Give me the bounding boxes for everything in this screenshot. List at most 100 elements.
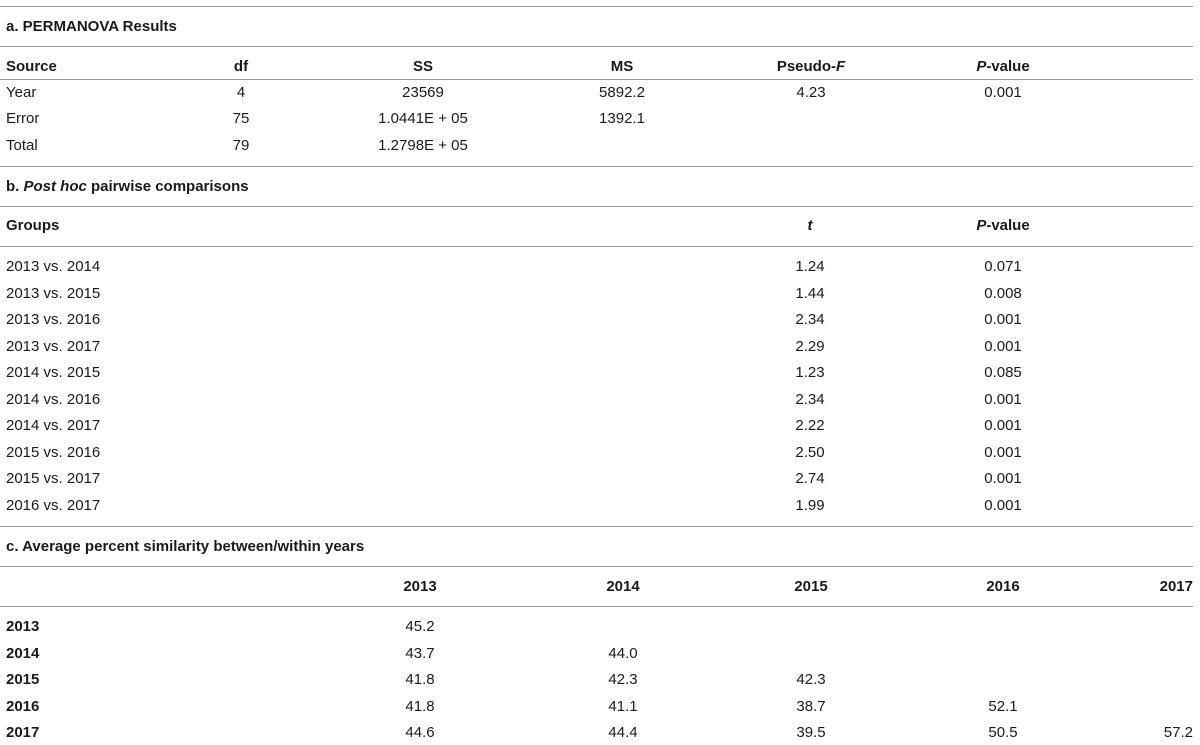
p-value-cell: 0.001: [984, 417, 1022, 434]
groups-cell: 2013 vs. 2014: [6, 258, 101, 275]
source-cell: Total: [6, 137, 38, 154]
groups-cell: 2014 vs. 2015: [6, 364, 101, 381]
header-t-italic: t: [807, 217, 813, 234]
row-year-label: 2013: [6, 618, 40, 635]
source-cell: Error: [6, 110, 40, 127]
t-cell: 1.44: [795, 284, 825, 302]
similarity-cell: 42.3: [608, 671, 638, 688]
row-year-label: 2017: [6, 724, 40, 741]
groups-cell: 2014 vs. 2016: [6, 390, 101, 408]
rule: [0, 46, 1193, 47]
year-header: 2014: [606, 578, 640, 595]
ms-cell: 5892.2: [599, 84, 645, 101]
p-value-cell: 0.001: [984, 443, 1022, 461]
similarity-cell: 41.8: [405, 671, 435, 688]
section-a-title: a. PERMANOVA Results: [6, 18, 177, 35]
similarity-cell: 41.1: [608, 697, 638, 715]
similarity-cell: 41.8: [405, 697, 435, 715]
groups-cell: 2016 vs. 2017: [6, 496, 101, 514]
header-pseudo-f-prefix: Pseudo-: [776, 58, 837, 75]
p-value-cell: 0.001: [984, 311, 1022, 328]
header-p-value-b: P-value: [976, 217, 1029, 235]
similarity-cell: 45.2: [405, 618, 435, 635]
rule: [0, 606, 1193, 607]
rule: [0, 246, 1193, 247]
header-p-suffix: -value: [986, 58, 1030, 75]
ss-cell: 23569: [402, 84, 444, 101]
header-p-italic: P: [976, 58, 987, 75]
pseudo-f-cell: 4.23: [796, 84, 826, 101]
header-ss: SS: [412, 58, 434, 75]
ms-cell: 1392.1: [599, 110, 645, 127]
t-cell: 1.24: [795, 258, 825, 275]
df-cell: 79: [232, 137, 250, 154]
t-cell: 1.23: [795, 364, 825, 381]
p-value-cell: 0.001: [984, 337, 1022, 355]
rule: [0, 6, 1193, 7]
groups-cell: 2015 vs. 2016: [6, 443, 101, 461]
similarity-cell: 44.4: [608, 724, 638, 741]
rule: [0, 526, 1193, 527]
header-df: df: [233, 58, 249, 75]
groups-cell: 2013 vs. 2015: [6, 284, 101, 302]
rule: [0, 79, 1193, 80]
df-cell: 75: [232, 110, 250, 127]
p-value-cell: 0.001: [984, 84, 1022, 101]
row-year-label: 2016: [6, 697, 40, 715]
p-value-cell: 0.001: [984, 470, 1022, 487]
p-value-cell: 0.001: [984, 390, 1022, 408]
similarity-cell: 38.7: [796, 697, 826, 715]
section-b-title-italic: Post hoc: [23, 178, 87, 195]
section-b-title-prefix: b.: [6, 178, 24, 195]
similarity-cell: 39.5: [796, 724, 826, 741]
results-table: a. PERMANOVA Results Source df SS MS Pse…: [0, 0, 1200, 745]
t-cell: 2.50: [795, 443, 825, 461]
t-cell: 1.99: [795, 496, 825, 514]
section-c-title: c. Average percent similarity between/wi…: [6, 538, 365, 555]
similarity-cell: 50.5: [988, 724, 1018, 741]
row-year-label: 2014: [6, 644, 40, 662]
t-cell: 2.74: [795, 470, 825, 487]
similarity-cell: 52.1: [988, 697, 1018, 715]
similarity-cell: 44.6: [405, 724, 435, 741]
t-cell: 2.34: [795, 311, 825, 328]
section-b-title: b. Post hoc pairwise comparisons: [6, 178, 249, 196]
header-p-value-a: P-value: [976, 58, 1029, 76]
similarity-cell: 43.7: [405, 644, 435, 662]
rule: [0, 566, 1193, 567]
row-year-label: 2015: [6, 671, 40, 688]
similarity-cell: 42.3: [796, 671, 826, 688]
header-t: t: [808, 217, 813, 235]
groups-cell: 2013 vs. 2017: [6, 337, 101, 355]
groups-cell: 2014 vs. 2017: [6, 417, 101, 434]
t-cell: 2.22: [795, 417, 825, 434]
year-header: 2013: [403, 578, 437, 595]
rule: [0, 206, 1193, 207]
similarity-cell: 44.0: [608, 644, 638, 662]
p-value-cell: 0.071: [984, 258, 1022, 275]
similarity-cell: 57.2: [1163, 724, 1193, 741]
header-p-italic: P: [976, 217, 987, 234]
header-p-suffix: -value: [986, 217, 1030, 234]
year-header: 2017: [1159, 578, 1193, 595]
year-header: 2016: [986, 578, 1020, 595]
p-value-cell: 0.001: [984, 496, 1022, 514]
p-value-cell: 0.085: [984, 364, 1022, 381]
source-cell: Year: [6, 84, 37, 101]
p-value-cell: 0.008: [984, 284, 1022, 302]
section-b-title-suffix: pairwise comparisons: [86, 178, 249, 195]
year-header: 2015: [794, 578, 828, 595]
ss-cell: 1.0441E + 05: [378, 110, 468, 127]
header-ms: MS: [610, 58, 634, 75]
header-source: Source: [6, 58, 57, 75]
t-cell: 2.34: [795, 390, 825, 408]
groups-cell: 2013 vs. 2016: [6, 311, 101, 328]
t-cell: 2.29: [795, 337, 825, 355]
rule: [0, 166, 1193, 167]
df-cell: 4: [236, 84, 246, 101]
groups-cell: 2015 vs. 2017: [6, 470, 101, 487]
header-pseudo-f-italic: F: [836, 58, 846, 75]
header-pseudo-f: Pseudo-F: [777, 58, 845, 76]
header-groups: Groups: [6, 217, 60, 234]
ss-cell: 1.2798E + 05: [378, 137, 468, 154]
